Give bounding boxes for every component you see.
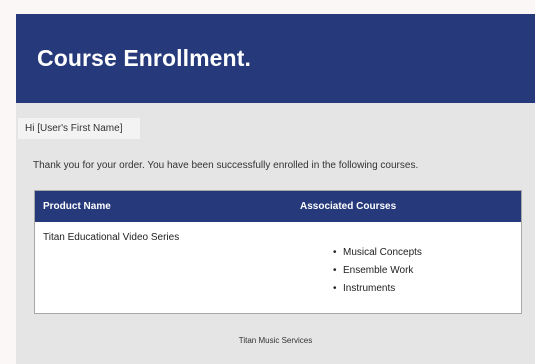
table-header: Product Name Associated Courses [35,191,521,222]
page: Course Enrollment. Hi [User's First Name… [0,0,535,364]
bullet-icon: • [333,265,337,276]
course-name: Musical Concepts [343,247,422,258]
email-header: Course Enrollment. [16,14,535,103]
product-name-cell: Titan Educational Video Series [43,232,180,243]
list-item: • Musical Concepts [333,244,422,262]
column-header-product: Product Name [43,201,111,212]
intro-text: Thank you for your order. You have been … [33,160,419,171]
courses-table: Product Name Associated Courses Titan Ed… [34,190,522,314]
bullet-icon: • [333,247,337,258]
greeting-text: Hi [User's First Name] [18,118,141,139]
bullet-icon: • [333,283,337,294]
column-header-courses: Associated Courses [300,201,397,212]
email-card: Course Enrollment. Hi [User's First Name… [16,14,535,364]
list-item: • Ensemble Work [333,262,422,280]
course-name: Instruments [343,283,396,294]
table-row: Titan Educational Video Series • Musical … [35,222,521,314]
page-title: Course Enrollment. [37,45,251,71]
associated-courses-list: • Musical Concepts • Ensemble Work • Instru… [333,244,422,298]
list-item: • Instruments [333,280,422,298]
course-name: Ensemble Work [343,265,414,276]
footer-text: Titan Music Services [238,336,313,345]
